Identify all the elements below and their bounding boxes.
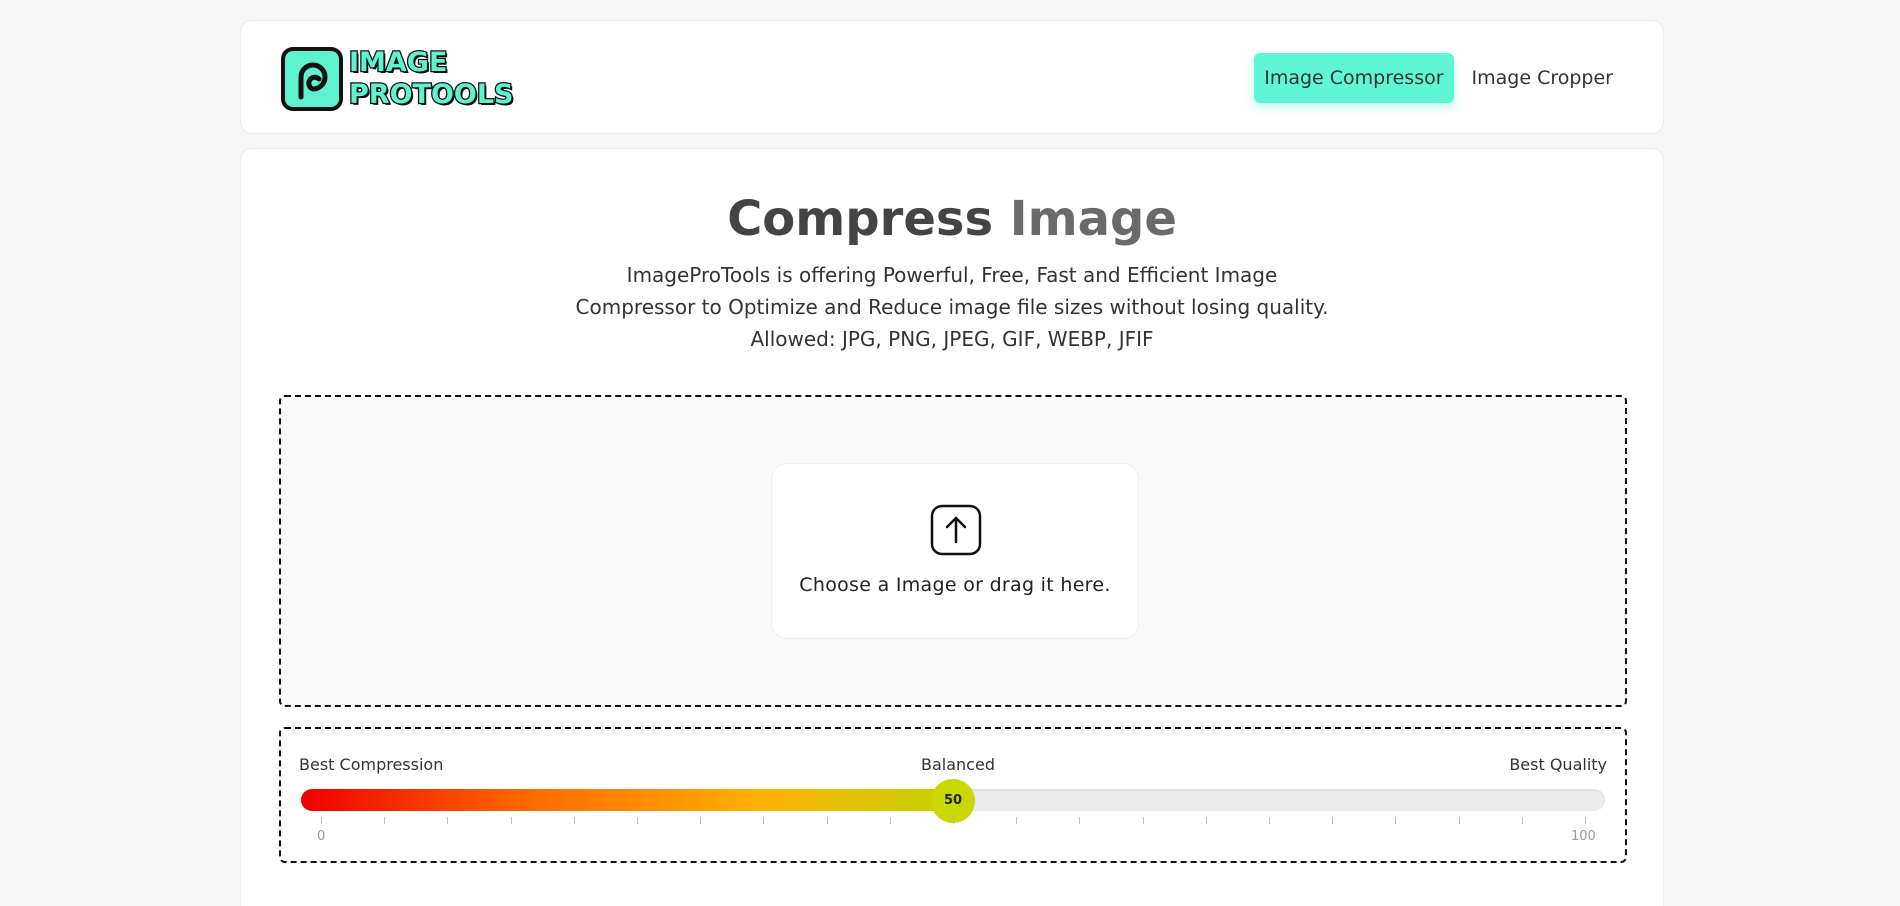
slider-tick (384, 817, 386, 824)
label-best-quality: Best Quality (1509, 755, 1607, 774)
nav-image-cropper[interactable]: Image Cropper (1462, 53, 1623, 103)
page-title: Compress Image (241, 189, 1663, 249)
upload-instruction: Choose a Image or drag it here. (799, 574, 1111, 596)
label-balanced: Balanced (921, 755, 995, 774)
slider-tick (321, 817, 322, 824)
slider-ticks (281, 817, 1625, 827)
page-title-part-2: Image (1009, 191, 1177, 247)
slider-tick (447, 817, 449, 824)
slider-tick (1521, 817, 1523, 824)
slider-tick (510, 817, 512, 824)
site-logo[interactable]: IMAGE PROTOOLS (281, 46, 515, 112)
slider-tick (637, 817, 638, 824)
slider-tick (1269, 817, 1270, 824)
slider-tick (1332, 817, 1334, 824)
page-description: ImageProTools is offering Powerful, Free… (241, 259, 1663, 355)
upload-arrow-icon (930, 504, 982, 556)
slider-tick (700, 817, 702, 824)
label-best-compression: Best Compression (299, 755, 444, 774)
slider-tick (1585, 817, 1586, 824)
nav-image-compressor[interactable]: Image Compressor (1254, 53, 1454, 103)
site-header: IMAGE PROTOOLS Image Compressor Image Cr… (240, 20, 1664, 134)
description-line: Compressor to Optimize and Reduce image … (575, 295, 1329, 319)
slider-tick (1458, 817, 1460, 824)
slider-tick (889, 817, 891, 824)
logo-line-2: PROTOOLS (348, 78, 515, 112)
description-line: ImageProTools is offering Powerful, Free… (626, 263, 1278, 287)
logo-wordmark: IMAGE PROTOOLS (348, 46, 515, 112)
page-title-part-1: Compress (727, 191, 994, 247)
slider-tick (1395, 817, 1397, 824)
logo-p-icon (281, 47, 343, 111)
main-nav: Image Compressor Image Cropper (1254, 53, 1623, 103)
slider-tick (1142, 817, 1144, 824)
main-card: Compress Image ImageProTools is offering… (240, 148, 1664, 906)
slider-tick (573, 817, 575, 824)
logo-line-1: IMAGE (348, 46, 449, 80)
quality-slider-fill (301, 789, 953, 811)
quality-slider-panel: Best Compression Balanced Best Quality 5… (279, 727, 1627, 863)
slider-tick (1079, 817, 1081, 824)
slider-tick (953, 817, 954, 824)
image-dropzone[interactable]: Choose a Image or drag it here. (279, 395, 1627, 707)
allowed-formats: Allowed: JPG, PNG, JPEG, GIF, WEBP, JFIF (750, 327, 1154, 351)
slider-tick (1205, 817, 1207, 824)
slider-tick (763, 817, 765, 824)
slider-max-label: 100 (1571, 829, 1596, 844)
slider-min-label: 0 (317, 829, 326, 844)
slider-tick (826, 817, 828, 824)
slider-tick (1016, 817, 1018, 824)
choose-image-button[interactable]: Choose a Image or drag it here. (771, 463, 1139, 639)
